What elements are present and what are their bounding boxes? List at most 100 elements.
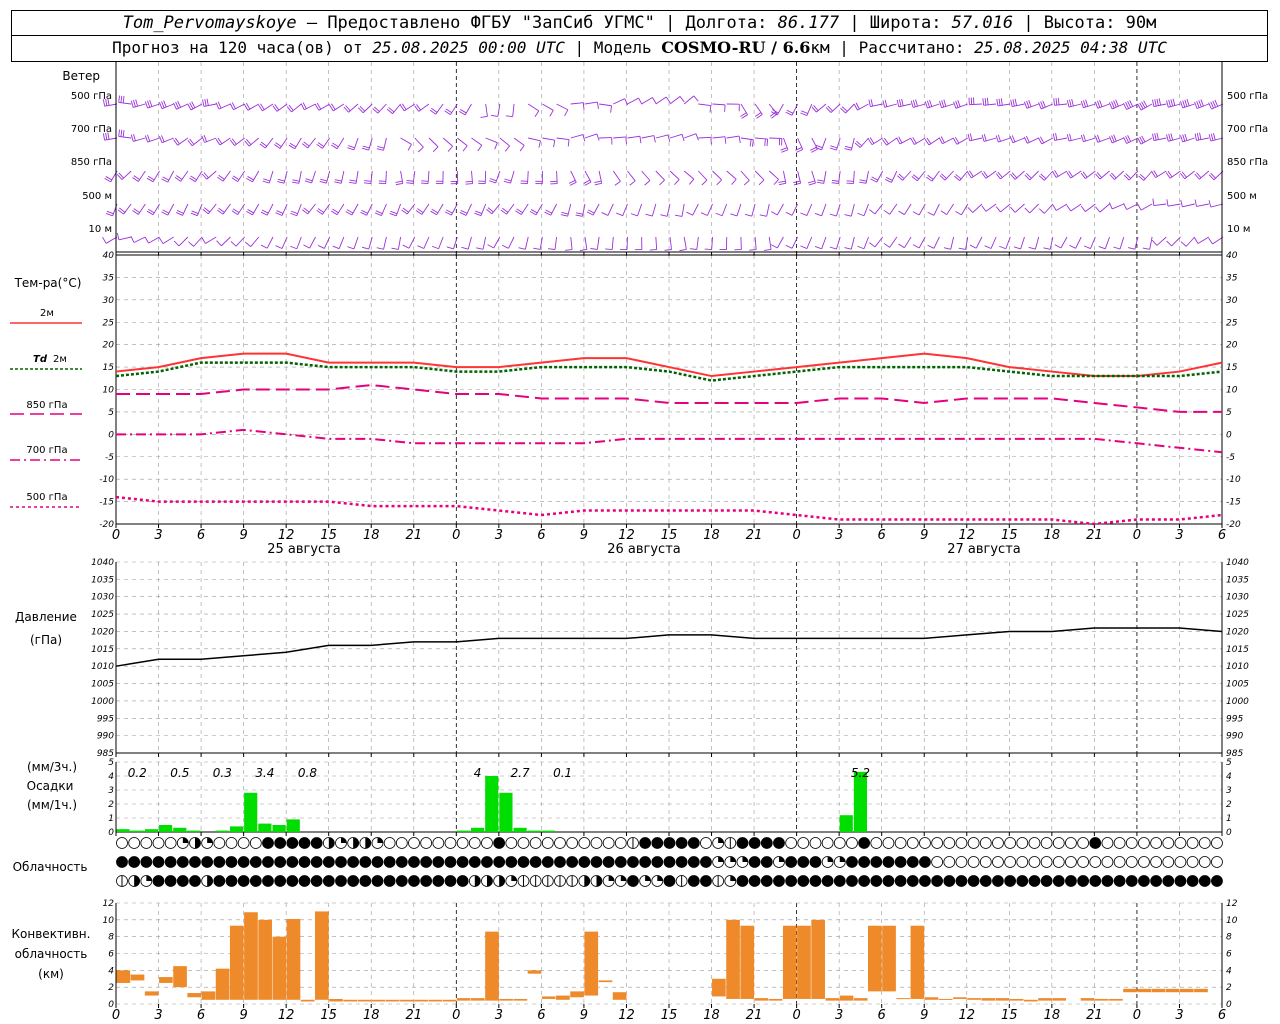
meteogram: Ветер 500 гПа 700 гПа 850 гПа 500 м 10 м…: [10, 62, 1268, 1023]
wind-barb: [666, 203, 671, 217]
wind-barb-feather: [594, 182, 602, 186]
cloud-cover-symbol: [894, 837, 907, 849]
wind-barb: [584, 133, 597, 139]
cloud-cover-symbol: [1113, 875, 1126, 887]
wind-barb: [836, 236, 841, 250]
cloud-cover-symbol: [164, 875, 177, 887]
wind-barb-feather: [1156, 98, 1159, 106]
wind-barb-feather: [924, 101, 928, 109]
precip-tick-label: 0: [108, 828, 114, 838]
wind-barb: [368, 137, 373, 151]
wind-barb-feather: [1080, 134, 1084, 142]
conv-cloud-bar: [513, 998, 528, 1001]
hour-tick-label-bottom: 21: [405, 1008, 422, 1023]
cloud-cover-symbol: [809, 837, 822, 849]
wind-barb-feather: [939, 100, 942, 108]
wind-barb: [821, 137, 827, 150]
wind-barb: [903, 236, 912, 248]
cloud-cover-symbol: [1101, 875, 1114, 887]
legend-td-symbol: Td: [33, 354, 48, 365]
cloud-cover-quarter: [608, 875, 615, 881]
wind-barb: [850, 236, 855, 250]
pressure-tick-label-right: 1025: [1226, 610, 1249, 620]
wind-barb-feather: [693, 95, 699, 102]
precip-bar: [470, 827, 485, 832]
wind-barb: [740, 137, 754, 141]
wind-barb-feather: [829, 213, 837, 217]
cloud-cover-symbol: [675, 837, 688, 849]
wind-barb-feather: [1083, 245, 1091, 250]
cloud-cover-symbol: [955, 856, 968, 868]
convective-cloud-panel: Конвективн. облачность (км) 0 0 2 2 4 4 6 6 8 8 10…: [12, 899, 1238, 1023]
wind-barb-feather: [800, 112, 808, 117]
wind-barb: [584, 236, 588, 250]
wind-barb-feather: [317, 245, 325, 249]
wind-barb: [1149, 236, 1153, 250]
wind-barb: [889, 236, 898, 248]
wind-barb-feather: [997, 134, 1001, 142]
precip-3h-total: 5.2: [851, 766, 870, 780]
wind-barb-feather: [290, 212, 297, 217]
hour-tick-label-bottom: 21: [746, 1008, 763, 1023]
precip-bar: [456, 830, 470, 832]
wind-barb: [669, 236, 672, 250]
precip-tick-label-right: 5: [1226, 758, 1232, 768]
cloud-cover-half: [596, 875, 602, 887]
temp-tick-label-right: 35: [1226, 273, 1238, 283]
hour-tick-label-bottom: 0: [112, 1008, 120, 1023]
wind-barb-feather: [770, 211, 778, 216]
wind-barb-feather: [1154, 133, 1157, 141]
wind-barb-feather: [675, 214, 683, 217]
precip-3h-total: 3.4: [255, 766, 274, 780]
cloud-cover-symbol: [310, 837, 323, 849]
cloud-cover-symbol: [237, 875, 250, 887]
wind-barb-feather: [389, 213, 397, 217]
wind-barb-feather: [681, 134, 685, 142]
wind-barb: [903, 203, 912, 215]
wind-barb: [485, 137, 498, 144]
cloud-cover-quarter: [657, 875, 663, 881]
cloud-cover-symbol: [322, 875, 335, 887]
wind-barb-feather: [738, 135, 741, 144]
wind-barb-feather: [605, 248, 613, 251]
wind-barb-feather: [292, 179, 300, 182]
cloud-cover-symbol: [456, 856, 469, 868]
wind-barb-feather: [749, 139, 752, 147]
wind-barb: [712, 103, 726, 106]
wind-barb: [427, 170, 430, 184]
wind-barb: [990, 236, 997, 249]
cloud-cover-symbol: [797, 837, 810, 849]
cloud-cover-symbol: [493, 856, 506, 868]
pressure-tick-label-right: 990: [1226, 732, 1243, 742]
wind-barb-feather: [504, 178, 512, 182]
wind-barb-feather: [982, 98, 985, 106]
hour-tick-label: 18: [363, 528, 380, 543]
wind-barb-feather: [1196, 133, 1200, 141]
wind-barb-feather: [1053, 98, 1055, 106]
wind-barb-feather: [1152, 133, 1155, 141]
wind-barb: [641, 135, 655, 139]
wind-barb-feather: [601, 212, 609, 216]
wind-barb: [233, 103, 245, 111]
wind-barb-feather: [133, 133, 136, 141]
cloud-cover-symbol: [456, 875, 469, 887]
wind-barb: [266, 236, 274, 249]
pressure-tick-label-right: 1020: [1226, 627, 1249, 637]
wind-barb: [914, 137, 926, 145]
wind-barb: [1005, 236, 1011, 249]
cloud-cover-symbol: [773, 875, 785, 887]
cloudiness-panel: Облачность: [13, 837, 1223, 887]
hour-tick-label: 9: [239, 528, 247, 543]
conv-cloud-bar: [329, 998, 343, 1002]
cloud-cover-quarter: [730, 875, 736, 881]
conv-tick-label: 12: [103, 899, 115, 909]
cloud-cover-quarter: [827, 856, 834, 862]
wind-barb: [1171, 236, 1181, 247]
wind-barb-feather: [1038, 208, 1045, 214]
wind-barb: [414, 137, 424, 148]
wind-barb: [816, 103, 827, 113]
hour-tick-label-bottom: 3: [1175, 1008, 1183, 1023]
cloud-cover-symbol: [943, 837, 956, 849]
precip-3h-total: 0.1: [553, 766, 572, 780]
wind-barb-feather: [1208, 237, 1213, 245]
